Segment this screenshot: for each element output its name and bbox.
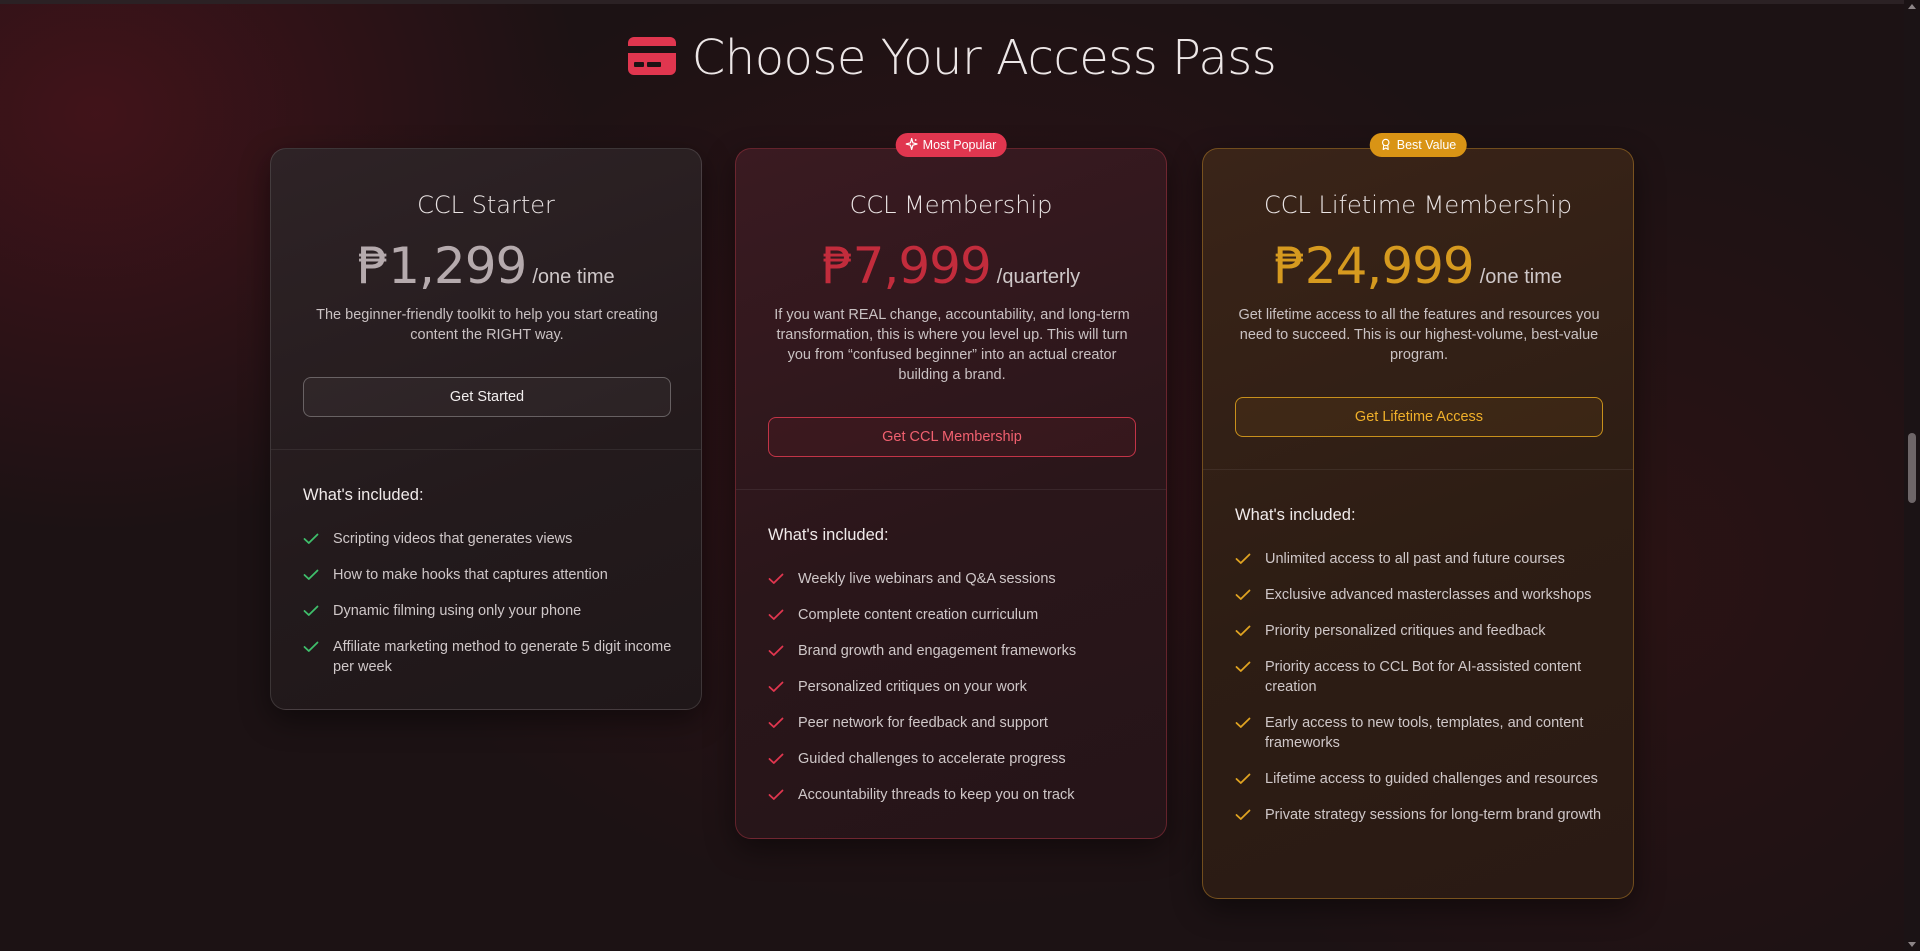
feature-text: How to make hooks that captures attentio… [333,567,608,583]
feature-list: Unlimited access to all past and future … [1235,549,1615,841]
price-row: ₱7,999 /quarterly [736,237,1166,295]
feature-text: Private strategy sessions for long-term … [1265,807,1602,823]
feature-text: Affiliate marketing method to generate 5… [333,639,672,675]
included-title: What's included: [768,526,889,544]
feature-text: Personalized critiques on your work [798,679,1027,695]
award-icon [1380,138,1392,153]
divider [736,489,1166,490]
scroll-up-arrow-icon[interactable] [1908,4,1916,9]
feature-text: Guided challenges to accelerate progress [798,751,1066,767]
scrollbar-thumb[interactable] [1908,433,1916,503]
sparkles-icon [905,137,918,153]
divider [1203,469,1633,470]
feature-item: Early access to new tools, templates, an… [1235,713,1615,753]
check-icon [768,605,784,625]
page-title: Choose Your Access Pass [691,30,1277,86]
get-ccl-membership-button[interactable]: Get CCL Membership [768,417,1136,457]
feature-item: Scripting videos that generates views [303,529,683,549]
feature-item: Peer network for feedback and support [768,713,1148,733]
plan-card-lifetime: Best Value CCL Lifetime Membership ₱24,9… [1202,133,1634,899]
get-started-button[interactable]: Get Started [303,377,671,417]
included-title: What's included: [303,486,424,504]
included-title: What's included: [1235,506,1356,524]
check-icon [303,637,319,657]
check-icon [1235,769,1251,789]
feature-item: Brand growth and engagement frameworks [768,641,1148,661]
feature-text: Peer network for feedback and support [798,715,1048,731]
feature-text: Weekly live webinars and Q&A sessions [798,571,1056,587]
plan-period: /one time [532,266,615,288]
feature-item: Unlimited access to all past and future … [1235,549,1615,569]
most-popular-badge: Most Popular [895,133,1007,157]
feature-item: How to make hooks that captures attentio… [303,565,683,585]
feature-text: Dynamic filming using only your phone [333,603,582,619]
feature-text: Accountability threads to keep you on tr… [798,787,1075,803]
price-row: ₱1,299 /one time [271,237,701,295]
plan-price: ₱1,299 [357,237,527,295]
plan-period: /quarterly [996,266,1081,288]
check-icon [768,641,784,661]
plan-price: ₱24,999 [1273,237,1475,295]
feature-text: Priority personalized critiques and feed… [1265,623,1546,639]
plan-period: /one time [1479,266,1563,288]
divider [271,449,701,450]
plan-card-starter: CCL Starter ₱1,299 /one time The beginne… [270,148,702,710]
feature-item: Lifetime access to guided challenges and… [1235,769,1615,789]
feature-text: Exclusive advanced masterclasses and wor… [1265,587,1592,603]
feature-text: Lifetime access to guided challenges and… [1265,771,1598,787]
plan-description: Get lifetime access to all the features … [1238,307,1600,363]
feature-item: Dynamic filming using only your phone [303,601,683,621]
check-icon [768,785,784,805]
section-header: Choose Your Access Pass [0,30,1904,86]
badge-label: Best Value [1396,138,1457,152]
feature-item: Exclusive advanced masterclasses and wor… [1235,585,1615,605]
scrollbar[interactable] [1904,0,1920,951]
check-icon [768,569,784,589]
check-icon [1235,657,1251,677]
price-row: ₱24,999 /one time [1203,237,1633,295]
plan-name: CCL Lifetime Membership [1264,191,1572,219]
feature-item: Guided challenges to accelerate progress [768,749,1148,769]
feature-text: Early access to new tools, templates, an… [1265,715,1584,751]
check-icon [303,565,319,585]
feature-text: Complete content creation curriculum [798,607,1039,623]
plan-description: If you want REAL change, accountability,… [774,307,1130,383]
feature-item: Affiliate marketing method to generate 5… [303,637,683,677]
feature-text: Unlimited access to all past and future … [1265,551,1565,567]
scroll-down-arrow-icon[interactable] [1908,942,1916,947]
feature-text: Scripting videos that generates views [333,531,573,547]
feature-list: Weekly live webinars and Q&A sessions Com… [768,569,1148,821]
check-icon [1235,585,1251,605]
check-icon [768,677,784,697]
get-lifetime-access-button[interactable]: Get Lifetime Access [1235,397,1603,437]
check-icon [1235,805,1251,825]
check-icon [768,749,784,769]
check-icon [1235,713,1251,733]
best-value-badge: Best Value [1369,133,1467,157]
check-icon [303,529,319,549]
feature-item: Priority personalized critiques and feed… [1235,621,1615,641]
feature-item: Private strategy sessions for long-term … [1235,805,1615,825]
plan-name: CCL Membership [849,191,1053,219]
plan-price: ₱7,999 [821,237,992,295]
check-icon [1235,549,1251,569]
check-icon [1235,621,1251,641]
plan-card-membership: Most Popular CCL Membership ₱7,999 /quar… [735,133,1167,839]
feature-list: Scripting videos that generates views How… [303,529,683,693]
feature-item: Accountability threads to keep you on tr… [768,785,1148,805]
check-icon [303,601,319,621]
top-border [0,0,1904,4]
feature-text: Brand growth and engagement frameworks [798,643,1077,659]
feature-text: Priority access to CCL Bot for AI-assist… [1265,659,1582,695]
feature-item: Personalized critiques on your work [768,677,1148,697]
feature-item: Complete content creation curriculum [768,605,1148,625]
plan-description: The beginner-friendly toolkit to help yo… [316,307,658,343]
badge-label: Most Popular [922,138,997,152]
check-icon [768,713,784,733]
feature-item: Weekly live webinars and Q&A sessions [768,569,1148,589]
plan-name: CCL Starter [417,191,555,219]
feature-item: Priority access to CCL Bot for AI-assist… [1235,657,1615,697]
credit-card-icon [627,36,676,80]
